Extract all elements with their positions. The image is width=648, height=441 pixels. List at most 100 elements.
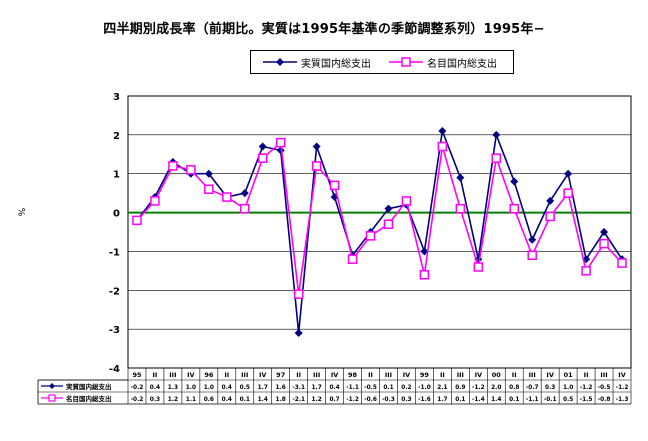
table-value: 1.4 — [491, 397, 501, 403]
table-value: -0.5 — [598, 385, 611, 391]
table-value: 0.1 — [240, 397, 250, 403]
table-value: 1.2 — [311, 397, 321, 403]
table-value: 1.6 — [276, 385, 286, 391]
table-key-marker — [48, 394, 56, 402]
table-value: 0.6 — [204, 397, 214, 403]
data-point — [365, 231, 376, 241]
x-tick-label: 96 — [204, 371, 214, 379]
data-point — [545, 211, 555, 222]
data-point — [186, 165, 196, 175]
data-point — [419, 269, 430, 280]
data-point — [581, 266, 591, 276]
table-value: -2.1 — [292, 397, 305, 403]
table-value: -0.8 — [598, 397, 611, 403]
table-value: 1.8 — [276, 397, 286, 403]
x-tick-label: II — [440, 371, 445, 379]
data-point — [455, 203, 466, 214]
x-tick-label: IV — [259, 371, 266, 379]
table-value: 0.3 — [545, 385, 555, 391]
data-point — [329, 180, 340, 191]
data-point — [509, 203, 519, 214]
table-value: 1.3 — [168, 385, 178, 391]
x-tick-label: III — [600, 371, 607, 379]
table-value: 1.0 — [563, 385, 573, 391]
x-tick-label: II — [368, 371, 373, 379]
y-tick-label: -4 — [109, 364, 120, 375]
table-value: 0.2 — [401, 385, 411, 391]
y-tick-label: 1 — [113, 170, 120, 181]
table-value: 1.2 — [168, 397, 178, 403]
data-point — [347, 254, 358, 264]
table-value: 0.3 — [401, 397, 411, 403]
table-value: -0.5 — [364, 385, 377, 391]
data-point — [617, 258, 627, 268]
table-row-label: 実質国内総支出 — [66, 382, 112, 391]
table-value: 0.4 — [150, 385, 160, 391]
table-value: 0.1 — [509, 397, 519, 403]
table-value: -0.2 — [131, 397, 144, 403]
table-value: 0.9 — [455, 385, 465, 391]
table-value: -0.2 — [131, 385, 144, 391]
table-value: 0.4 — [222, 397, 232, 403]
x-tick-label: IV — [475, 371, 482, 379]
x-tick-label: 95 — [132, 371, 142, 379]
table-value: -1.6 — [418, 397, 431, 403]
table-value: -1.0 — [418, 385, 431, 391]
x-tick-label: IV — [546, 371, 553, 379]
y-tick-label: -1 — [109, 247, 120, 258]
table-value: 2.0 — [491, 385, 501, 391]
data-point — [437, 141, 448, 152]
x-tick-label: 01 — [564, 371, 574, 379]
y-tick-label: -2 — [109, 286, 120, 297]
x-tick-label: III — [385, 371, 392, 379]
chart-svg: 3210-1-2-3-4 95 II III IV 96 II III IV 97 II III IV 9… — [37, 92, 632, 405]
table-row-label: 名目国内総支出 — [66, 394, 112, 403]
data-point — [132, 215, 142, 226]
x-tick-label: II — [512, 371, 517, 379]
table-value: 1.4 — [258, 397, 268, 403]
x-tick-label: III — [169, 371, 176, 379]
y-tick-label: -3 — [109, 325, 120, 336]
table-value: 1.1 — [186, 397, 196, 403]
table-value: 1.7 — [258, 385, 268, 391]
data-point — [168, 161, 178, 171]
table-value: -1.2 — [580, 385, 593, 391]
data-point — [599, 238, 609, 249]
y-tick-label: 2 — [113, 131, 120, 142]
data-point — [383, 219, 394, 229]
table-value: 2.1 — [437, 385, 447, 391]
data-point — [311, 161, 322, 171]
table-value: -3.1 — [292, 385, 305, 391]
x-tick-label: III — [241, 371, 248, 379]
table-value: -1.1 — [346, 385, 359, 391]
table-value: -1.1 — [526, 397, 539, 403]
x-tick-label: 97 — [276, 371, 285, 379]
table-value: 0.8 — [509, 385, 519, 391]
y-tick-label: 0 — [113, 209, 120, 220]
y-tick-label: 3 — [113, 92, 120, 103]
data-point — [204, 184, 214, 195]
table-value: -0.7 — [526, 385, 539, 391]
x-tick-label: II — [224, 371, 229, 379]
table-value: -1.2 — [346, 397, 359, 403]
x-tick-label: II — [296, 371, 301, 379]
data-point — [563, 188, 573, 198]
table-value: 1.7 — [311, 385, 321, 391]
data-point — [240, 203, 250, 214]
x-tick-label: IV — [403, 371, 410, 379]
data-point — [401, 196, 412, 206]
plot-area — [127, 95, 632, 369]
chart-root: { "title": "四半期別成長率（前期比。実質は1995年基準の季節調整系… — [0, 0, 648, 441]
data-point — [491, 153, 502, 163]
x-tick-label: IV — [187, 371, 194, 379]
x-tick-label: 98 — [348, 371, 358, 379]
table-value: 0.4 — [222, 385, 232, 391]
x-tick-label: II — [584, 371, 589, 379]
x-tick-label: III — [457, 371, 464, 379]
table-value: 0.3 — [150, 397, 160, 403]
table-value: 0.7 — [329, 397, 339, 403]
x-tick-label: II — [153, 371, 158, 379]
table-value: -1.4 — [472, 397, 485, 403]
table-value: -1.5 — [580, 397, 593, 403]
table-value: 0.5 — [563, 397, 573, 403]
